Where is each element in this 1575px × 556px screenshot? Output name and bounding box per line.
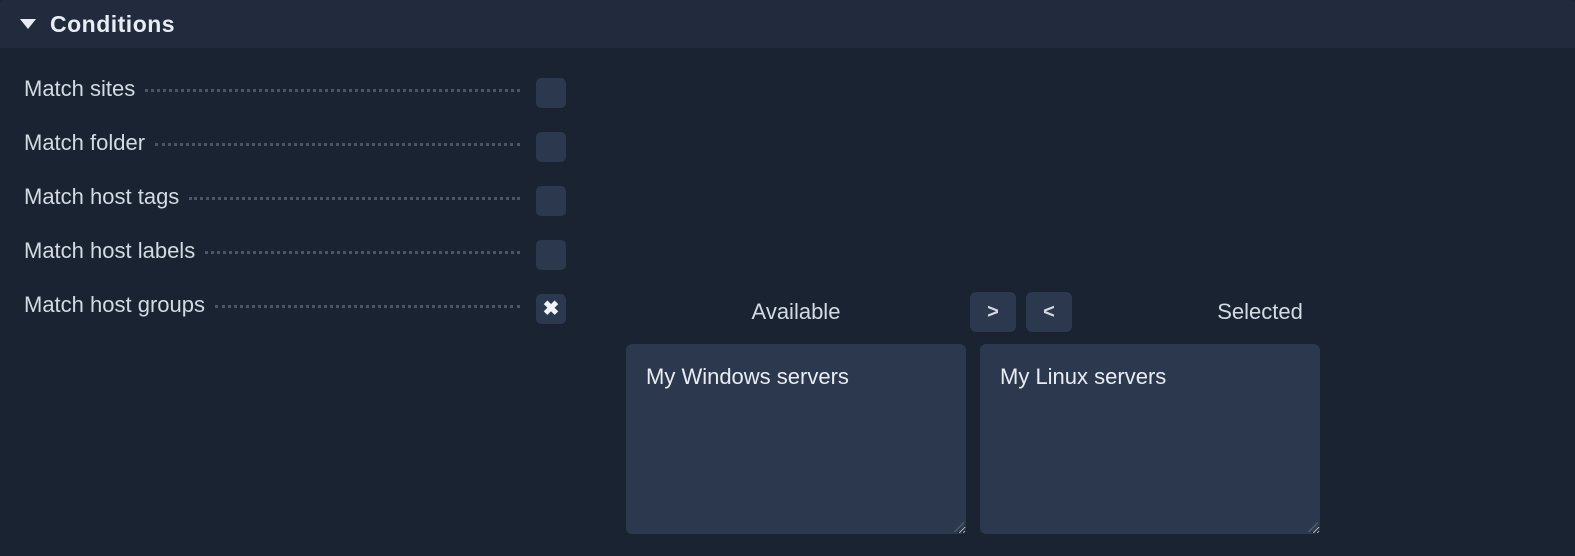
resize-handle-icon [950, 518, 964, 532]
condition-label: Match host tags [24, 184, 179, 210]
leader-dots [215, 305, 520, 308]
available-label: Available [626, 299, 966, 325]
condition-label-col: Match host tags [24, 184, 524, 210]
move-left-button[interactable]: < [1026, 292, 1072, 332]
condition-row-match-host-labels: Match host labels [24, 238, 1551, 270]
condition-row-match-host-groups: Match host groups Available > < Selected… [24, 292, 1551, 534]
list-item[interactable]: My Windows servers [646, 362, 946, 392]
condition-row-match-sites: Match sites [24, 76, 1551, 108]
checkbox-match-sites[interactable] [536, 78, 566, 108]
host-groups-detail: Available > < Selected My Windows server… [572, 292, 1551, 534]
selected-listbox[interactable]: My Linux servers [980, 344, 1320, 534]
resize-handle-icon [1304, 518, 1318, 532]
condition-label: Match host labels [24, 238, 195, 264]
condition-label-col: Match folder [24, 130, 524, 156]
available-listbox[interactable]: My Windows servers [626, 344, 966, 534]
checkbox-match-host-groups[interactable] [536, 294, 566, 324]
collapse-down-icon [20, 19, 36, 29]
conditions-section-header[interactable]: Conditions [0, 0, 1575, 48]
condition-row-match-host-tags: Match host tags [24, 184, 1551, 216]
condition-label: Match sites [24, 76, 135, 102]
move-buttons: > < [970, 292, 1072, 332]
list-item[interactable]: My Linux servers [1000, 362, 1300, 392]
leader-dots [205, 251, 520, 254]
condition-label: Match folder [24, 130, 145, 156]
condition-label: Match host groups [24, 292, 205, 318]
condition-row-match-folder: Match folder [24, 130, 1551, 162]
dual-list-header: Available > < Selected [626, 292, 1551, 332]
checkbox-match-folder[interactable] [536, 132, 566, 162]
move-right-button[interactable]: > [970, 292, 1016, 332]
section-title: Conditions [50, 11, 175, 38]
selected-label: Selected [1090, 299, 1430, 325]
checkbox-match-host-labels[interactable] [536, 240, 566, 270]
condition-label-col: Match sites [24, 76, 524, 102]
conditions-section-body: Match sites Match folder Match host tags… [0, 48, 1575, 554]
condition-label-col: Match host labels [24, 238, 524, 264]
leader-dots [145, 89, 520, 92]
leader-dots [155, 143, 520, 146]
checkbox-match-host-tags[interactable] [536, 186, 566, 216]
dual-lists: My Windows servers My Linux servers [626, 344, 1551, 534]
leader-dots [189, 197, 520, 200]
condition-label-col: Match host groups [24, 292, 524, 318]
